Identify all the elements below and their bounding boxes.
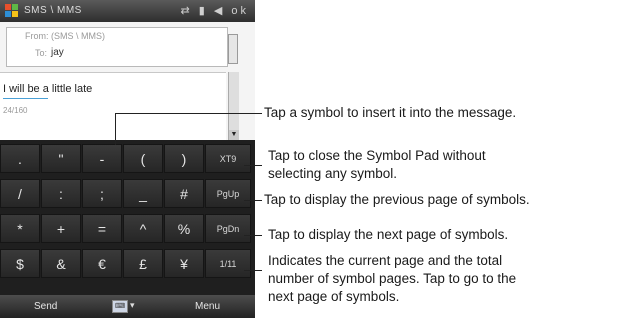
callout-line-next [244, 235, 262, 236]
scroll-down-arrow-icon[interactable]: ▼ [229, 130, 239, 140]
message-area: From: (SMS \ MMS) To: jay I will be a li… [0, 22, 255, 141]
input-menu-caret-icon[interactable]: ▾ [130, 300, 135, 311]
symbol-pad-function-key-0[interactable]: XT9 [205, 144, 251, 173]
callout-next-page: Tap to display the next page of symbols. [268, 226, 508, 244]
to-field[interactable]: jay [51, 47, 64, 58]
symbol-key-3-2[interactable]: € [82, 249, 122, 278]
symbol-key-2-3[interactable]: ^ [123, 214, 163, 243]
callout-line-page [244, 270, 262, 271]
callout-line-insert-v [115, 113, 116, 145]
symbol-key-2-1[interactable]: + [41, 214, 81, 243]
symbol-key-3-1[interactable]: & [41, 249, 81, 278]
symbol-key-0-2[interactable]: - [82, 144, 122, 173]
symbol-key-2-0[interactable]: * [0, 214, 40, 243]
send-softkey[interactable]: Send [34, 301, 57, 312]
symbol-key-3-0[interactable]: $ [0, 249, 40, 278]
callout-prev-page-text: Tap to display the previous page of symb… [264, 192, 530, 207]
symbol-key-3-3[interactable]: £ [123, 249, 163, 278]
text-cursor-underline [3, 98, 48, 99]
windows-start-icon[interactable] [4, 3, 19, 18]
soft-key-bar: Send ⌨ ▾ Menu [0, 295, 255, 318]
callout-page-indicator: Indicates the current page and the total… [268, 252, 516, 306]
callout-close-pad: Tap to close the Symbol Pad without sele… [268, 147, 486, 183]
callout-next-page-text: Tap to display the next page of symbols. [268, 227, 509, 242]
recipient-box: From: (SMS \ MMS) To: jay [6, 27, 228, 67]
from-field[interactable]: From: (SMS \ MMS) [25, 31, 105, 41]
callout-line-close [244, 165, 262, 166]
symbol-key-1-2[interactable]: ; [82, 179, 122, 208]
symbol-pad-function-key-3[interactable]: 1/11 [205, 249, 251, 278]
title-bar: SMS \ MMS ⇄ ▮ ◀ ok [0, 0, 255, 22]
symbol-key-3-4[interactable]: ¥ [164, 249, 204, 278]
symbol-pad-function-key-2[interactable]: PgDn [205, 214, 251, 243]
app-title: SMS \ MMS [24, 5, 82, 16]
phone-screen: SMS \ MMS ⇄ ▮ ◀ ok From: (SMS \ MMS) To:… [0, 0, 255, 318]
callout-close-line1: Tap to close the Symbol Pad without [268, 148, 486, 163]
callout-line-prev [244, 200, 262, 201]
to-label: To: [35, 48, 48, 58]
header-scrollbar[interactable] [228, 34, 238, 64]
message-text: I will be a little late [3, 83, 93, 95]
symbol-key-1-4[interactable]: # [164, 179, 204, 208]
symbol-pad: . " -() XT9 /:; _ # PgUp * + = ^% PgDn $ & € £ ¥1/11 [0, 140, 255, 295]
status-icons[interactable]: ⇄ ▮ ◀ ok [180, 4, 249, 17]
symbol-pad-function-key-1[interactable]: PgUp [205, 179, 251, 208]
symbol-key-1-0[interactable]: / [0, 179, 40, 208]
callout-close-line2: selecting any symbol. [268, 166, 398, 181]
symbol-key-0-3[interactable]: ( [123, 144, 163, 173]
symbol-key-0-0[interactable]: . [0, 144, 40, 173]
symbol-key-0-1[interactable]: " [41, 144, 81, 173]
menu-softkey[interactable]: Menu [195, 301, 220, 312]
callout-prev-page: Tap to display the previous page of symb… [264, 191, 530, 209]
callout-line-insert-h [115, 113, 262, 114]
callout-page-line3: next page of symbols. [268, 289, 400, 304]
symbol-key-1-1[interactable]: : [41, 179, 81, 208]
callout-insert-symbol-text: Tap a symbol to insert it into the messa… [264, 105, 517, 120]
figure: SMS \ MMS ⇄ ▮ ◀ ok From: (SMS \ MMS) To:… [0, 0, 624, 318]
callout-insert-symbol: Tap a symbol to insert it into the messa… [264, 104, 516, 122]
callout-page-line1: Indicates the current page and the total [268, 253, 503, 268]
body-scrollbar[interactable]: ▼ [228, 72, 239, 140]
symbol-key-2-4[interactable]: % [164, 214, 204, 243]
symbol-key-1-3[interactable]: _ [123, 179, 163, 208]
keyboard-icon[interactable]: ⌨ [112, 300, 128, 313]
symbol-key-0-4[interactable]: ) [164, 144, 204, 173]
callout-page-line2: number of symbol pages. Tap to go to the [268, 271, 517, 286]
message-body-field[interactable]: I will be a little late 24/160 [0, 72, 226, 141]
character-count: 24/160 [3, 106, 28, 115]
symbol-key-2-2[interactable]: = [82, 214, 122, 243]
